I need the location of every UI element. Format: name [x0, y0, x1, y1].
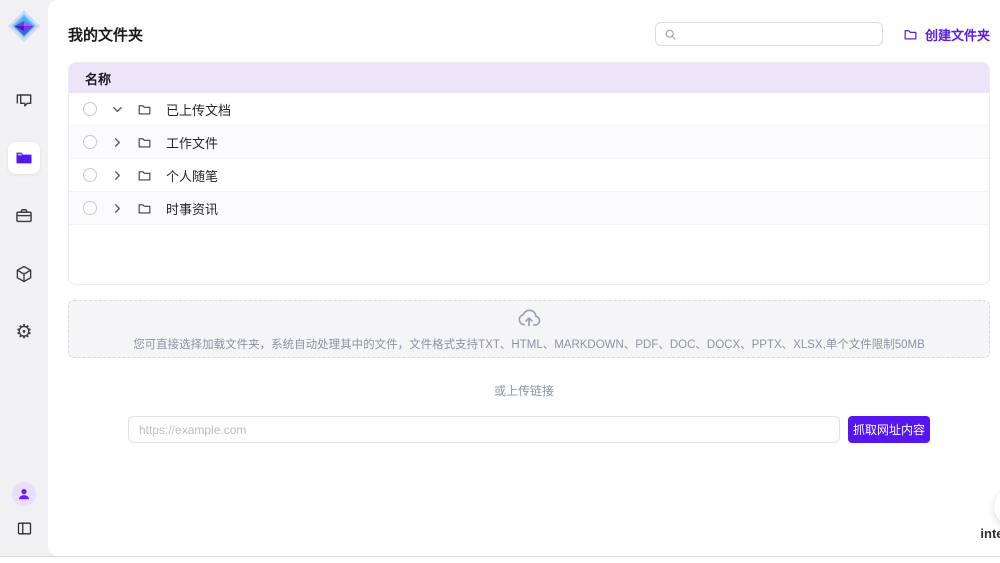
search-box[interactable]: [655, 22, 883, 46]
intel-logo-text: intel: [980, 527, 1000, 540]
fetch-url-button[interactable]: 抓取网址内容: [848, 416, 930, 443]
sidebar-bottom: [0, 482, 48, 540]
sidebar-item-folders[interactable]: [8, 142, 40, 174]
briefcase-icon: [14, 206, 34, 226]
sidebar-item-models[interactable]: [8, 258, 40, 290]
page-header: 我的文件夹 创建文件夹: [68, 20, 990, 48]
table-row[interactable]: 已上传文档: [69, 93, 989, 126]
sidebar-nav: ⚙: [8, 84, 40, 348]
url-input[interactable]: [128, 416, 840, 443]
folder-name: 已上传文档: [166, 100, 231, 119]
folder-plus-icon: [903, 27, 918, 42]
chevron-icon[interactable]: [111, 169, 123, 181]
url-upload-row: 抓取网址内容: [128, 416, 930, 443]
chevron-icon[interactable]: [111, 136, 123, 148]
diamond-logo-icon: [6, 8, 42, 44]
folder-name: 个人随笔: [166, 166, 218, 185]
app-window: ⚙ 我的文件夹: [0, 0, 1000, 563]
chevron-icon[interactable]: [111, 103, 123, 115]
row-checkbox[interactable]: [83, 168, 97, 182]
table-row[interactable]: 工作文件: [69, 126, 989, 159]
gear-icon: ⚙: [15, 323, 32, 342]
upload-hint-text: 您可直接选择加载文件夹，系统自动处理其中的文件，文件格式支持TXT、HTML、M…: [133, 336, 925, 352]
column-header-name: 名称: [85, 69, 111, 88]
cloud-upload-icon: [516, 306, 542, 332]
intel-core-logo: intel core ultra: [978, 527, 1000, 556]
page-title: 我的文件夹: [68, 24, 143, 45]
user-avatar[interactable]: [12, 482, 36, 506]
chevron-icon[interactable]: [111, 202, 123, 214]
folder-icon: [137, 135, 152, 150]
sidebar-item-workspace[interactable]: [8, 200, 40, 232]
row-checkbox[interactable]: [83, 102, 97, 116]
create-folder-label: 创建文件夹: [925, 25, 990, 44]
or-upload-link-label: 或上传链接: [48, 382, 1000, 399]
row-checkbox[interactable]: [83, 201, 97, 215]
collapse-sidebar-button[interactable]: [12, 516, 36, 540]
panel-left-icon: [16, 520, 33, 537]
folder-icon: [137, 168, 152, 183]
table-body: 已上传文档 工作文件 个人随笔: [69, 93, 989, 225]
folder-table: 名称 已上传文档 工作文件: [68, 62, 990, 285]
sidebar-item-chat[interactable]: [8, 84, 40, 116]
folder-name: 时事资讯: [166, 199, 218, 218]
table-row[interactable]: 个人随笔: [69, 159, 989, 192]
create-folder-button[interactable]: 创建文件夹: [903, 25, 990, 44]
chat-bubbles-icon: [14, 90, 34, 110]
header-actions: 创建文件夹: [655, 22, 990, 46]
folder-name: 工作文件: [166, 133, 218, 152]
sidebar-item-settings[interactable]: ⚙: [8, 316, 40, 348]
search-icon: [664, 28, 677, 41]
main-content: 我的文件夹 创建文件夹 名称: [48, 0, 1000, 556]
table-header: 名称: [69, 63, 989, 93]
search-input[interactable]: [683, 27, 874, 41]
folder-icon: [137, 102, 152, 117]
app-logo[interactable]: [6, 8, 42, 44]
download-fab-button[interactable]: [994, 489, 1000, 525]
table-row[interactable]: 时事资讯: [69, 192, 989, 225]
cube-icon: [14, 264, 34, 284]
upload-dropzone[interactable]: 您可直接选择加载文件夹，系统自动处理其中的文件，文件格式支持TXT、HTML、M…: [68, 300, 990, 358]
window-bottom-border: [0, 556, 1000, 563]
sidebar: ⚙: [0, 0, 48, 556]
folder-icon: [137, 201, 152, 216]
row-checkbox[interactable]: [83, 135, 97, 149]
folder-icon: [14, 148, 34, 168]
user-avatar-icon: [17, 487, 31, 501]
